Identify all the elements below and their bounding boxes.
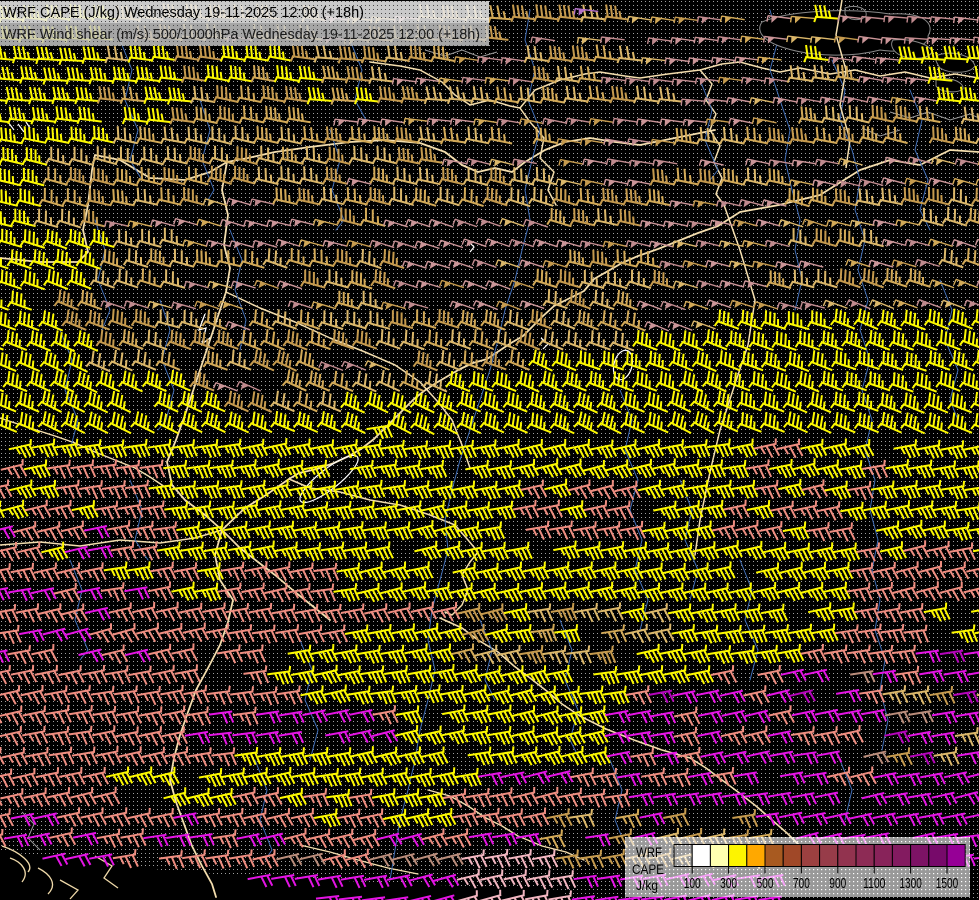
svg-text:CAPE: CAPE <box>632 862 664 877</box>
svg-text:700: 700 <box>793 875 810 892</box>
svg-text:500: 500 <box>757 875 774 892</box>
svg-text:1100: 1100 <box>863 875 886 892</box>
svg-text:900: 900 <box>829 875 846 892</box>
svg-text:1300: 1300 <box>899 875 922 892</box>
svg-text:WRF: WRF <box>636 845 662 860</box>
svg-text:100: 100 <box>684 875 701 892</box>
svg-text:J/kg: J/kg <box>636 878 658 893</box>
svg-text:300: 300 <box>720 875 737 892</box>
svg-text:WRF Wind shear (m/s) 500/1000h: WRF Wind shear (m/s) 500/1000hPa Wednesd… <box>3 27 480 43</box>
svg-text:WRF CAPE (J/kg) Wednesday 19-1: WRF CAPE (J/kg) Wednesday 19-11-2025 12:… <box>3 5 364 21</box>
svg-text:1500: 1500 <box>936 875 959 892</box>
